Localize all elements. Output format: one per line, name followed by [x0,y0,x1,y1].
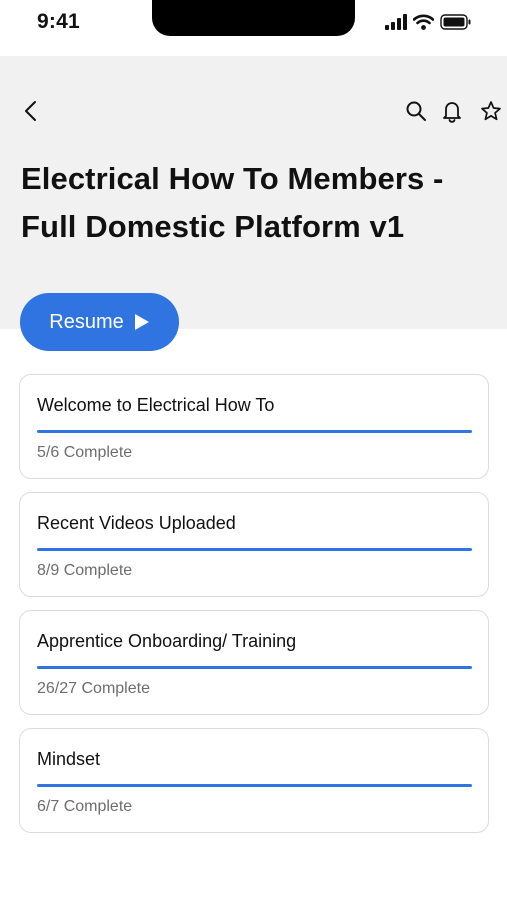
section-status: 5/6 Complete [37,444,133,461]
wifi-icon [413,14,434,30]
battery-icon [440,14,471,30]
notifications-button[interactable] [441,99,463,123]
status-bar: 9:41 [0,0,507,56]
status-icons [385,14,471,30]
section-card-mindset[interactable]: Mindset 6/7 Complete [19,728,489,833]
section-progress-fill [37,784,472,787]
section-status: 8/9 Complete [37,562,133,579]
section-title: Welcome to Electrical How To [37,395,275,415]
section-card-welcome[interactable]: Welcome to Electrical How To 5/6 Complet… [19,374,489,479]
star-icon [481,101,501,121]
back-button[interactable] [20,99,42,123]
section-progress-bar [37,548,472,551]
bell-icon [443,102,461,123]
section-list: Welcome to Electrical How To 5/6 Complet… [19,374,489,846]
section-status: 6/7 Complete [37,798,133,815]
back-icon [25,101,36,121]
section-title: Apprentice Onboarding/ Training [37,631,297,651]
search-button[interactable] [405,100,427,122]
page-title: Electrical How To Members - Full Domesti… [21,161,444,244]
status-time: 9:41 [37,10,80,33]
section-progress-fill [37,666,472,669]
section-card-apprentice-onboarding[interactable]: Apprentice Onboarding/ Training 26/27 Co… [19,610,489,715]
section-progress-bar [37,430,472,433]
section-progress-bar [37,666,472,669]
notch [152,0,355,36]
resume-label: Resume [49,310,124,333]
section-status: 26/27 Complete [37,680,150,697]
search-icon [406,101,426,121]
section-progress-fill [37,430,472,433]
resume-button[interactable]: Resume [20,293,179,351]
section-title: Recent Videos Uploaded [37,513,236,533]
cellular-signal-icon [385,14,407,30]
section-card-recent-videos[interactable]: Recent Videos Uploaded 8/9 Complete [19,492,489,597]
play-icon [134,314,149,330]
section-title: Mindset [37,749,101,769]
section-progress-bar [37,784,472,787]
section-progress-fill [37,548,472,551]
favorite-button[interactable] [480,100,502,122]
